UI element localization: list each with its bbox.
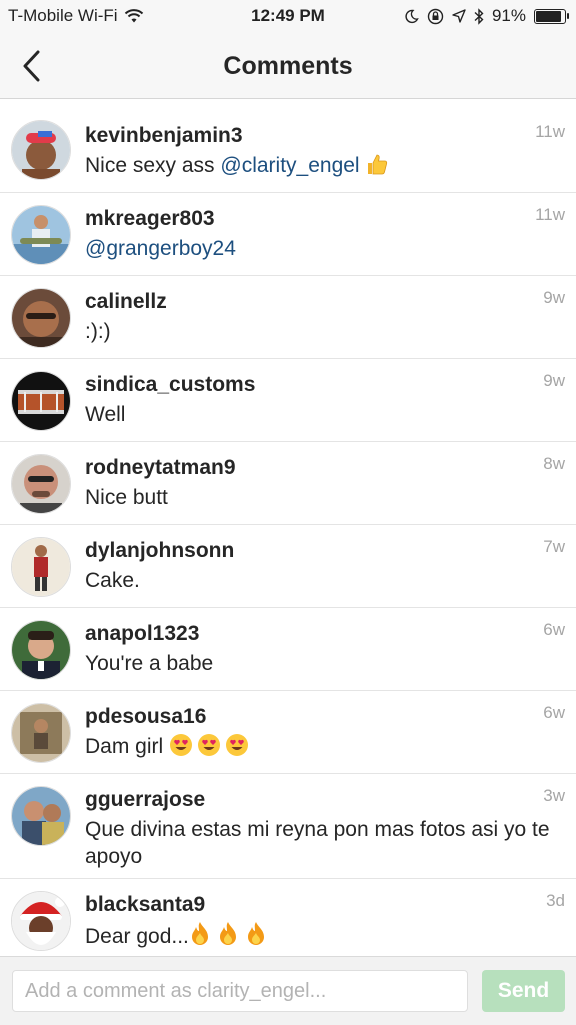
avatar[interactable] — [11, 205, 71, 265]
comment-username[interactable]: pdesousa16 — [85, 705, 206, 729]
comment-time: 3d — [546, 891, 565, 910]
comment-username[interactable]: calinellz — [85, 290, 167, 314]
comment-body: Cake. — [85, 569, 140, 592]
avatar[interactable] — [11, 537, 71, 597]
bluetooth-icon — [474, 7, 484, 25]
comment-username[interactable]: mkreager803 — [85, 207, 215, 231]
comment-body: Nice sexy ass — [85, 154, 221, 177]
comment-body: Dam girl — [85, 735, 170, 758]
avatar[interactable] — [11, 891, 71, 951]
comment-time: 11w — [535, 122, 565, 141]
comment-row: anapol1323 You're a babe 6w — [0, 608, 576, 691]
comment-text: Dear god... — [85, 921, 555, 950]
comment-username[interactable]: blacksanta9 — [85, 893, 205, 917]
comment-body: Que divina estas mi reyna pon mas fotos … — [85, 818, 550, 868]
comment-time: 8w — [543, 454, 565, 473]
comment-input[interactable] — [12, 970, 468, 1012]
comment-text: Well — [85, 401, 555, 428]
comment-time: 9w — [543, 371, 565, 390]
comment-text: :):) — [85, 318, 555, 345]
comment-text: @grangerboy24 — [85, 235, 555, 262]
comment-row: gguerrajose Que divina estas mi reyna po… — [0, 774, 576, 879]
status-bar: T-Mobile Wi-Fi 12:49 PM 91% — [0, 0, 576, 34]
comment-time: 3w — [543, 786, 565, 805]
comment-body: Dear god... — [85, 925, 189, 948]
comment-composer: Send — [0, 956, 576, 1025]
comment-username[interactable]: gguerrajose — [85, 788, 205, 812]
thumbs-up-icon — [368, 154, 388, 175]
comment-body: Nice butt — [85, 486, 168, 509]
battery-percent: 91% — [491, 6, 526, 25]
avatar[interactable] — [11, 288, 71, 348]
comment-text: Dam girl — [85, 733, 555, 760]
comment-body: :):) — [85, 320, 111, 343]
comment-row: sindica_customs Well 9w — [0, 359, 576, 442]
comment-time: 11w — [535, 205, 565, 224]
comment-row: calinellz :):) 9w — [0, 276, 576, 359]
comment-body: Well — [85, 403, 126, 426]
heart-eyes-icon — [170, 734, 193, 756]
comment-time: 6w — [543, 620, 565, 639]
rotation-lock-icon — [427, 8, 444, 24]
comment-row: dylanjohnsonn Cake. 7w — [0, 525, 576, 608]
mention-link[interactable]: @grangerboy24 — [85, 237, 236, 260]
mention-link[interactable]: @clarity_engel — [220, 154, 359, 177]
fire-icon — [191, 922, 208, 945]
battery-fill — [536, 10, 561, 22]
comment-text: Nice sexy ass @clarity_engel — [85, 152, 555, 179]
fire-icon — [247, 922, 264, 945]
comment-time: 9w — [543, 288, 565, 307]
comment-time: 6w — [543, 703, 565, 722]
comment-username[interactable]: sindica_customs — [85, 373, 255, 397]
send-button[interactable]: Send — [482, 970, 565, 1012]
avatar[interactable] — [11, 786, 71, 846]
avatar[interactable] — [11, 371, 71, 431]
comment-username[interactable]: rodneytatman9 — [85, 456, 236, 480]
fire-icon — [219, 922, 236, 945]
comments-list: kevinbenjamin3 Nice sexy ass @clarity_en… — [0, 108, 576, 961]
battery-icon — [534, 8, 569, 24]
moon-icon — [405, 9, 419, 23]
avatar[interactable] — [11, 703, 71, 763]
avatar[interactable] — [11, 454, 71, 514]
comment-row: kevinbenjamin3 Nice sexy ass @clarity_en… — [0, 108, 576, 193]
avatar[interactable] — [11, 620, 71, 680]
comment-text: Cake. — [85, 567, 555, 594]
comment-text: You're a babe — [85, 650, 555, 677]
comment-body: You're a babe — [85, 652, 214, 675]
heart-eyes-icon — [226, 734, 249, 756]
page-title: Comments — [223, 52, 353, 80]
navigation-bar: Comments — [0, 34, 576, 99]
comment-username[interactable]: kevinbenjamin3 — [85, 124, 243, 148]
comment-row: blacksanta9 Dear god... 3d — [0, 879, 576, 961]
status-right: 91% — [404, 6, 569, 26]
comment-text: Que divina estas mi reyna pon mas fotos … — [85, 816, 555, 870]
comment-row: pdesousa16 Dam girl 6w — [0, 691, 576, 774]
avatar[interactable] — [11, 120, 71, 180]
comment-username[interactable]: anapol1323 — [85, 622, 199, 646]
location-icon — [452, 9, 466, 23]
comment-time: 7w — [543, 537, 565, 556]
comment-text: Nice butt — [85, 484, 555, 511]
heart-eyes-icon — [198, 734, 221, 756]
comment-row: rodneytatman9 Nice butt 8w — [0, 442, 576, 525]
comment-row: mkreager803 @grangerboy24 11w — [0, 193, 576, 276]
comment-username[interactable]: dylanjohnsonn — [85, 539, 234, 563]
